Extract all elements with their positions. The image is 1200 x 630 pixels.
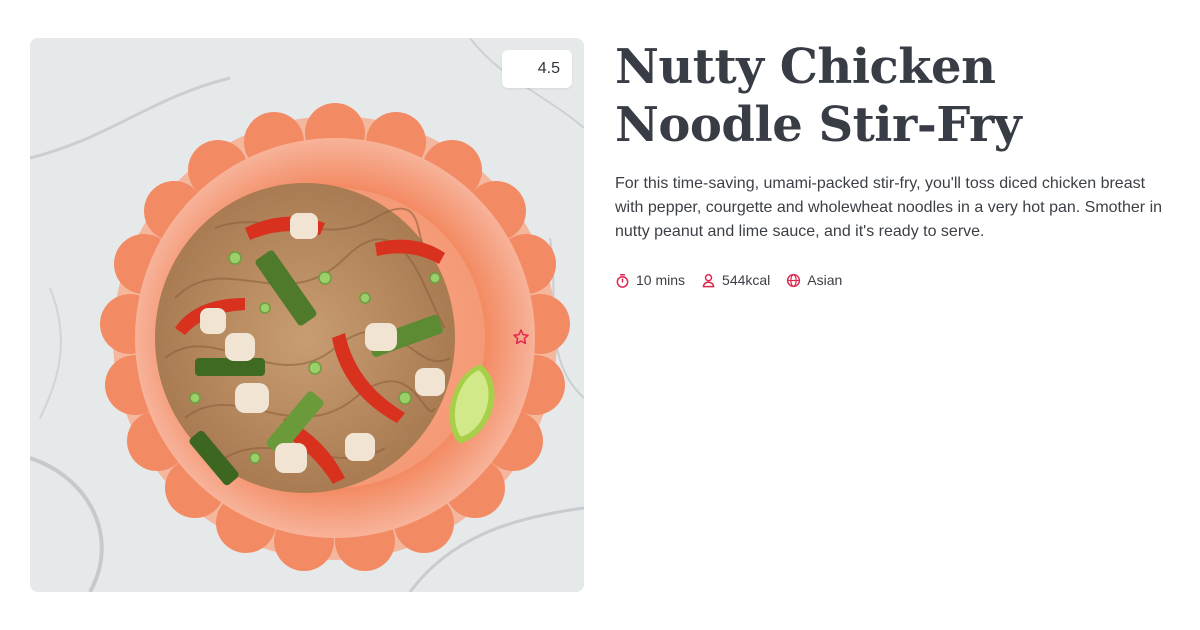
meta-time-label: 10 mins xyxy=(636,272,686,288)
recipe-details: Nutty Chicken Noodle Stir-Fry For this t… xyxy=(615,38,1170,288)
rating-badge[interactable]: 4.5 xyxy=(501,50,572,345)
recipe-card: 4.5 Nutty Chicken Noodle Stir-Fry For th… xyxy=(0,0,1200,630)
meta-calories-label: 544kcal xyxy=(722,272,771,288)
meta-cuisine-label: Asian xyxy=(807,272,843,288)
recipe-meta: 10 mins 544kcal Asian xyxy=(615,272,1170,288)
rating-value: 4.5 xyxy=(537,60,560,77)
timer-icon xyxy=(616,273,629,288)
recipe-title: Nutty Chicken Noodle Stir-Fry xyxy=(615,39,1022,153)
star-icon xyxy=(512,60,530,345)
recipe-photo[interactable]: 4.5 xyxy=(30,38,584,592)
globe-icon xyxy=(787,273,801,287)
meta-cuisine: Asian xyxy=(786,272,842,288)
person-icon xyxy=(702,273,715,287)
meta-calories: 544kcal xyxy=(701,272,770,288)
meta-time: 10 mins xyxy=(615,272,685,288)
recipe-description: For this time-saving, umami-packed stir-… xyxy=(615,175,1163,240)
food-image xyxy=(30,38,584,592)
